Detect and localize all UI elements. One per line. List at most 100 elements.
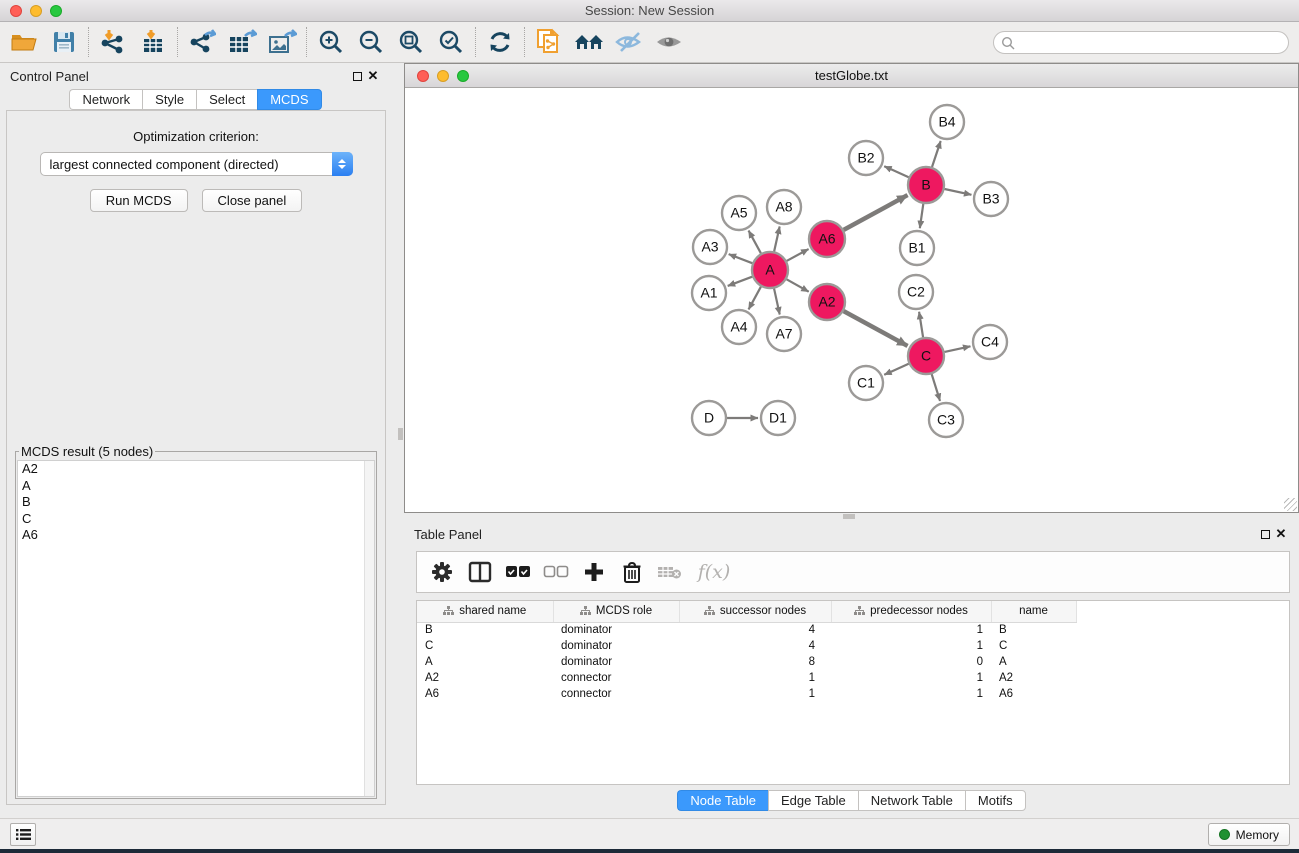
criterion-dropdown[interactable]: largest connected component (directed): [40, 152, 353, 176]
edge-b-b3[interactable]: [945, 189, 972, 195]
cell[interactable]: 8: [679, 654, 831, 670]
tab-node-table[interactable]: Node Table: [677, 790, 768, 811]
cell[interactable]: A2: [417, 670, 553, 686]
edge-b-b1[interactable]: [920, 204, 923, 228]
cell[interactable]: A6: [417, 686, 553, 702]
cell[interactable]: A: [417, 654, 553, 670]
edge-b-b2[interactable]: [884, 166, 908, 177]
cell[interactable]: A: [991, 654, 1076, 670]
edge-a-a3[interactable]: [729, 254, 753, 263]
close-panel-button[interactable]: Close panel: [202, 189, 303, 212]
result-item-a6[interactable]: A6: [18, 527, 364, 544]
edge-c-c3[interactable]: [932, 374, 940, 401]
export-image-button[interactable]: [262, 25, 302, 59]
cell[interactable]: connector: [553, 686, 679, 702]
cell[interactable]: 1: [831, 622, 991, 638]
run-mcds-button[interactable]: Run MCDS: [90, 189, 188, 212]
delete-column-button[interactable]: [615, 555, 649, 589]
import-network-button[interactable]: [93, 25, 133, 59]
memory-button[interactable]: Memory: [1208, 823, 1290, 846]
export-network-button[interactable]: [182, 25, 222, 59]
import-table-button[interactable]: [133, 25, 173, 59]
maximize-window-button[interactable]: [50, 5, 62, 17]
zoom-in-button[interactable]: [311, 25, 351, 59]
edge-c-c1[interactable]: [884, 364, 908, 375]
cell[interactable]: B: [991, 622, 1076, 638]
table-row-c[interactable]: Cdominator41C: [417, 638, 1076, 654]
table-settings-button[interactable]: [425, 555, 459, 589]
split-view-button[interactable]: [463, 555, 497, 589]
zoom-fit-button[interactable]: [391, 25, 431, 59]
node-table[interactable]: shared nameMCDS rolesuccessor nodesprede…: [416, 600, 1290, 785]
cell[interactable]: 4: [679, 638, 831, 654]
mcds-result-list[interactable]: A2ABCA6: [17, 460, 375, 797]
column-header-successor-nodes[interactable]: successor nodes: [679, 601, 831, 622]
search-box[interactable]: [993, 31, 1289, 54]
cell[interactable]: A6: [991, 686, 1076, 702]
column-header-predecessor-nodes[interactable]: predecessor nodes: [831, 601, 991, 622]
table-row-a[interactable]: Adominator80A: [417, 654, 1076, 670]
edge-a-a7[interactable]: [774, 289, 780, 315]
deselect-all-columns-button[interactable]: [539, 555, 573, 589]
network-minimize-button[interactable]: [437, 70, 449, 82]
edge-a-a4[interactable]: [749, 287, 761, 310]
edge-c-c2[interactable]: [919, 312, 923, 337]
network-graph[interactable]: B4B2BB3A5A8A6A3B1AA1C2A2A4A7C4CC1DD1C3: [405, 89, 1298, 512]
function-builder-button[interactable]: f(x): [691, 555, 737, 589]
cell[interactable]: C: [417, 638, 553, 654]
edge-a-a6[interactable]: [787, 249, 809, 261]
add-column-button[interactable]: [577, 555, 611, 589]
edge-a-a5[interactable]: [749, 231, 761, 254]
result-item-b[interactable]: B: [18, 494, 364, 511]
horizontal-divider-grip[interactable]: [843, 514, 855, 519]
save-session-button[interactable]: [44, 25, 84, 59]
network-window-titlebar[interactable]: testGlobe.txt: [405, 64, 1298, 88]
close-window-button[interactable]: [10, 5, 22, 17]
edge-a2-c[interactable]: [844, 311, 908, 346]
edge-c-c4[interactable]: [945, 346, 971, 352]
tab-edge-table[interactable]: Edge Table: [768, 790, 858, 811]
cell[interactable]: connector: [553, 670, 679, 686]
result-item-a2[interactable]: A2: [18, 461, 364, 478]
edge-a-a1[interactable]: [728, 277, 753, 286]
first-neighbors-button[interactable]: [569, 25, 609, 59]
network-close-button[interactable]: [417, 70, 429, 82]
tab-network-table[interactable]: Network Table: [858, 790, 965, 811]
result-item-a[interactable]: A: [18, 478, 364, 495]
cell[interactable]: 0: [831, 654, 991, 670]
edge-b-b4[interactable]: [932, 141, 941, 167]
export-table-button[interactable]: [222, 25, 262, 59]
tab-style[interactable]: Style: [142, 89, 196, 110]
cell[interactable]: dominator: [553, 622, 679, 638]
panel-divider-grip[interactable]: [398, 428, 403, 440]
zoom-out-button[interactable]: [351, 25, 391, 59]
cell[interactable]: 1: [831, 686, 991, 702]
cell[interactable]: 1: [679, 670, 831, 686]
table-panel-close-button[interactable]: ✕: [1273, 526, 1289, 542]
hide-selected-button[interactable]: [609, 25, 649, 59]
table-panel-float-button[interactable]: [1257, 526, 1273, 542]
edge-a-a8[interactable]: [774, 227, 780, 252]
network-maximize-button[interactable]: [457, 70, 469, 82]
column-header-shared-name[interactable]: shared name: [417, 601, 553, 622]
tab-network[interactable]: Network: [69, 89, 142, 110]
column-header-mcds-role[interactable]: MCDS role: [553, 601, 679, 622]
window-resize-grip[interactable]: [1284, 498, 1297, 511]
search-input[interactable]: [1015, 36, 1288, 50]
cell[interactable]: A2: [991, 670, 1076, 686]
select-all-columns-button[interactable]: [501, 555, 535, 589]
column-header-name[interactable]: name: [991, 601, 1076, 622]
cell[interactable]: dominator: [553, 638, 679, 654]
apply-layout-button[interactable]: [480, 25, 520, 59]
cell[interactable]: dominator: [553, 654, 679, 670]
tab-select[interactable]: Select: [196, 89, 257, 110]
new-network-from-selection-button[interactable]: [529, 25, 569, 59]
cell[interactable]: B: [417, 622, 553, 638]
table-row-b[interactable]: Bdominator41B: [417, 622, 1076, 638]
minimize-window-button[interactable]: [30, 5, 42, 17]
tab-motifs[interactable]: Motifs: [965, 790, 1026, 811]
open-session-button[interactable]: [4, 25, 44, 59]
result-item-c[interactable]: C: [18, 511, 364, 528]
show-all-button[interactable]: [649, 25, 689, 59]
control-panel-close-button[interactable]: ✕: [365, 68, 381, 84]
